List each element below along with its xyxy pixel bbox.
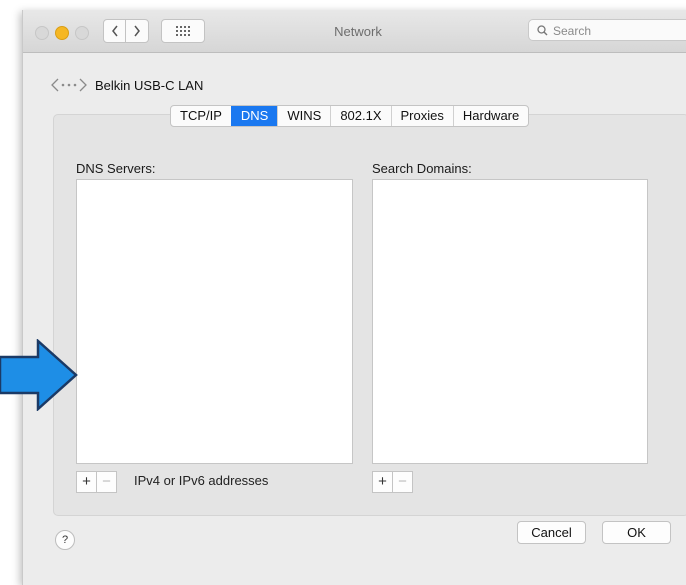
dns-servers-label: DNS Servers: [76,161,156,176]
search-domain-add-button[interactable]: + [373,472,392,492]
dns-servers-add-remove: + − [76,471,117,493]
search-input[interactable] [551,22,685,40]
dns-servers-list[interactable] [76,179,353,464]
help-button[interactable]: ? [55,530,75,550]
dns-server-remove-button[interactable]: − [96,472,116,492]
network-preferences-window: Network Belkin USB-C LAN TCP/IP DNS WINS… [22,10,686,585]
tab-8021x[interactable]: 802.1X [330,106,390,126]
tab-wins[interactable]: WINS [277,106,330,126]
search-domain-remove-button[interactable]: − [392,472,412,492]
search-icon [537,25,548,36]
tab-bar: TCP/IP DNS WINS 802.1X Proxies Hardware [170,105,530,127]
network-interface-icon [51,78,87,92]
tab-dns[interactable]: DNS [230,106,278,126]
tab-proxies[interactable]: Proxies [390,106,453,126]
dns-server-add-button[interactable]: + [77,472,96,492]
dns-servers-hint: IPv4 or IPv6 addresses [134,473,269,488]
tab-hardware[interactable]: Hardware [452,106,528,126]
dns-panel: DNS Servers: Search Domains: + − IPv4 or… [53,114,686,516]
cancel-button[interactable]: Cancel [517,521,586,544]
search-domains-add-remove: + − [372,471,413,493]
interface-name: Belkin USB-C LAN [95,78,204,93]
pointer-arrow-icon [0,339,78,411]
search-domains-label: Search Domains: [372,161,472,176]
ok-button[interactable]: OK [602,521,671,544]
tab-tcpip[interactable]: TCP/IP [171,106,231,126]
search-field[interactable] [528,19,686,41]
title-bar: Network [23,10,686,53]
search-domains-list[interactable] [372,179,648,464]
